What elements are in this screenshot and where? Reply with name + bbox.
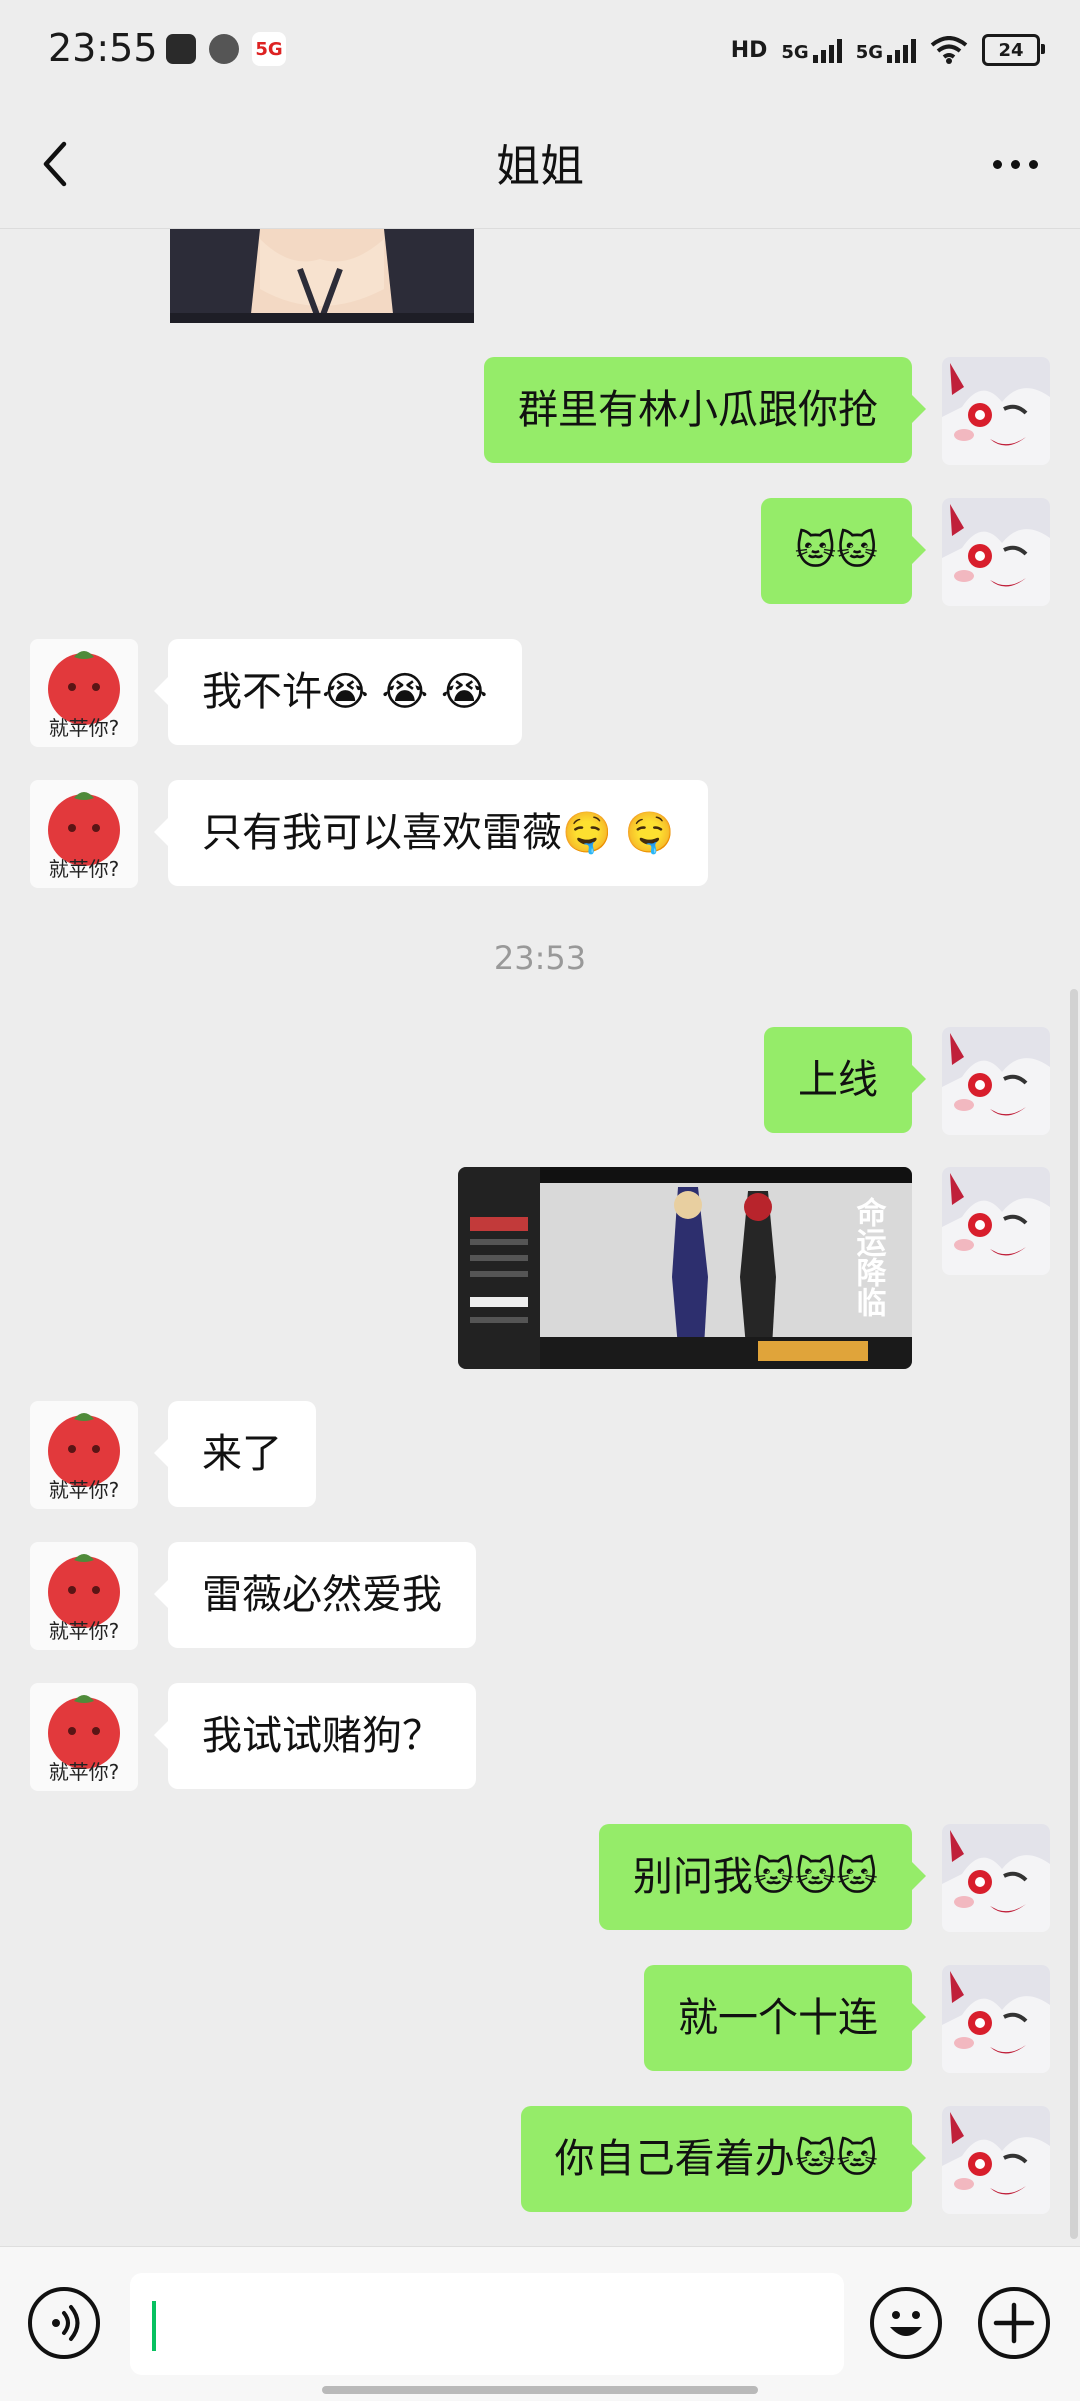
status-time: 23:55	[48, 26, 158, 70]
friend-avatar-text: 就苹你?	[49, 1619, 120, 1643]
gallery-notification-icon	[166, 34, 196, 64]
chat-header: 姐姐	[0, 100, 1080, 229]
message-input[interactable]	[130, 2273, 844, 2375]
my-avatar[interactable]	[942, 357, 1050, 465]
plus-icon[interactable]	[978, 2287, 1050, 2359]
chat-scrollbar[interactable]	[1070, 989, 1078, 2239]
message-list[interactable]: 群里有林小瓜跟你抢 🐱🐱 就苹你? 我不许😭 😭 😭 就苹你? 只有我可以喜欢雷…	[0, 229, 1080, 2246]
message-row: 就苹你? 雷薇必然爱我	[30, 1542, 476, 1650]
friend-avatar[interactable]: 就苹你?	[30, 639, 138, 747]
my-avatar[interactable]	[942, 1824, 1050, 1932]
input-bar	[0, 2246, 1080, 2401]
net-label-1: 5G	[781, 42, 809, 63]
home-indicator[interactable]	[322, 2386, 758, 2394]
message-bubble[interactable]: 就一个十连	[644, 1965, 926, 2071]
wifi-icon	[930, 36, 968, 64]
message-row: 群里有林小瓜跟你抢	[484, 357, 1050, 465]
status-bar: 23:55 5G HD 5G 5G 24	[0, 0, 1080, 100]
audio-notification-icon	[209, 34, 239, 64]
message-row: 就苹你? 我试试赌狗？	[30, 1683, 476, 1791]
message-row: 就苹你? 我不许😭 😭 😭	[30, 639, 522, 747]
smiley-icon[interactable]	[870, 2287, 942, 2359]
image-caption: 命运降临	[851, 1196, 887, 1317]
text-caret	[152, 2301, 156, 2351]
net-label-2: 5G	[855, 42, 883, 63]
my-avatar[interactable]	[942, 1167, 1050, 1275]
message-row: 就苹你? 只有我可以喜欢雷薇🤤 🤤	[30, 780, 709, 888]
hd-icon: HD	[730, 37, 768, 63]
my-avatar[interactable]	[942, 498, 1050, 606]
screenshot-image-message[interactable]: 命运降临	[458, 1167, 912, 1369]
message-row: 就苹你? 来了	[30, 1401, 316, 1509]
message-bubble[interactable]: 别问我🐱🐱🐱	[598, 1824, 927, 1930]
friend-avatar[interactable]: 就苹你?	[30, 780, 138, 888]
message-row: 命运降临	[458, 1167, 1050, 1369]
status-right-icons: HD 5G 5G 24	[730, 30, 1045, 70]
message-row: 上线	[764, 1027, 1050, 1135]
message-row: 别问我🐱🐱🐱	[598, 1824, 1050, 1932]
friend-avatar[interactable]: 就苹你?	[30, 1683, 138, 1791]
message-bubble[interactable]: 雷薇必然爱我	[154, 1542, 476, 1648]
friend-avatar[interactable]: 就苹你?	[30, 1401, 138, 1509]
message-bubble[interactable]: 我不许😭 😭 😭	[154, 639, 522, 745]
message-bubble[interactable]: 群里有林小瓜跟你抢	[484, 357, 926, 463]
my-avatar[interactable]	[942, 1965, 1050, 2073]
message-bubble[interactable]: 🐱🐱	[760, 498, 927, 604]
battery-level: 24	[998, 39, 1024, 61]
battery-icon: 24	[982, 34, 1045, 66]
my-avatar[interactable]	[942, 2106, 1050, 2214]
more-dots-icon[interactable]	[980, 136, 1050, 192]
message-row: 你自己看着办🐱🐱	[520, 2106, 1050, 2214]
message-bubble[interactable]: 只有我可以喜欢雷薇🤤 🤤	[153, 780, 709, 886]
message-row: 🐱🐱	[760, 498, 1050, 606]
friend-avatar-text: 就苹你?	[49, 1478, 120, 1502]
message-bubble[interactable]: 我试试赌狗？	[154, 1683, 476, 1789]
chat-title: 姐姐	[496, 141, 584, 192]
friend-avatar-text: 就苹你?	[49, 716, 120, 740]
voice-icon[interactable]	[28, 2287, 100, 2359]
message-bubble[interactable]: 上线	[764, 1027, 926, 1133]
signal-icon-1: 5G	[781, 37, 842, 63]
friend-avatar-text: 就苹你?	[49, 1760, 120, 1784]
my-avatar[interactable]	[942, 1027, 1050, 1135]
message-bubble[interactable]: 你自己看着办🐱🐱	[520, 2106, 927, 2212]
message-row: 就一个十连	[644, 1965, 1050, 2073]
friend-avatar[interactable]: 就苹你?	[30, 1542, 138, 1650]
message-timestamp: 23:53	[493, 939, 587, 977]
5g-app-icon: 5G	[252, 32, 286, 66]
friend-avatar-text: 就苹你?	[49, 857, 120, 881]
sticker-image[interactable]	[170, 229, 474, 323]
signal-icon-2: 5G	[856, 37, 916, 63]
message-bubble[interactable]: 来了	[154, 1401, 316, 1507]
